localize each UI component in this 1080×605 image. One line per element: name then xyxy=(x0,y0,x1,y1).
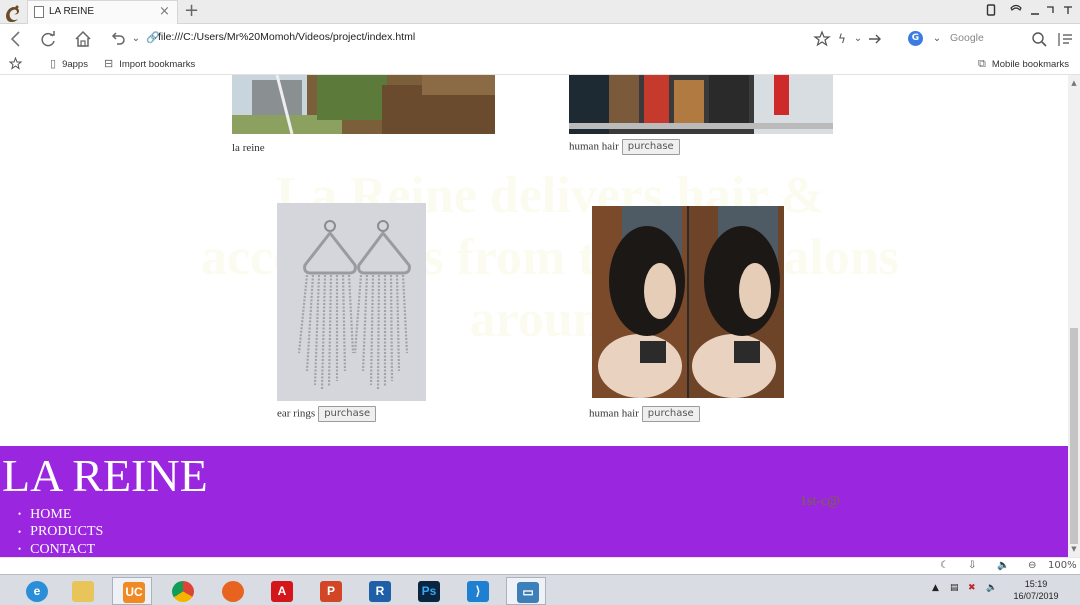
folder-icon xyxy=(72,581,94,602)
windows-taskbar: e UC A P R Ps ⟩ ▭ ▲ ▤ ✖ 🔈 15:19 16/07/20… xyxy=(0,574,1080,605)
tab-la-reine[interactable]: LA REINE × xyxy=(27,0,178,24)
skin-icon[interactable] xyxy=(1009,3,1023,21)
taskbar-uc-browser[interactable]: UC xyxy=(112,577,152,605)
maximize-icon[interactable] xyxy=(1045,3,1055,21)
product-image-la-reine xyxy=(232,75,495,134)
taskbar-internet-explorer[interactable]: e xyxy=(16,577,56,605)
purchase-button[interactable]: purchase xyxy=(641,406,700,422)
night-mode-icon[interactable]: ☾ xyxy=(940,559,949,573)
restore-icon[interactable] xyxy=(986,3,996,21)
product-caption: ear rings purchase xyxy=(277,406,377,422)
taskbar-powerpoint[interactable]: P xyxy=(310,577,350,605)
tray-volume-icon[interactable]: 🔈 xyxy=(986,583,997,593)
product-name: human hair xyxy=(589,407,639,420)
taskbar-revit[interactable]: R xyxy=(359,577,399,605)
minimize-icon[interactable] xyxy=(1030,3,1040,21)
taskbar-photos[interactable]: ▭ xyxy=(506,577,546,605)
bookmarks-star-icon[interactable] xyxy=(8,56,23,75)
refresh-icon[interactable] xyxy=(37,28,59,50)
page-viewport: La Reine delivers hair & accessories fro… xyxy=(0,75,1068,557)
bookmark-label: 9apps xyxy=(62,59,88,70)
nav-contact-link[interactable]: CONTACT xyxy=(18,541,103,557)
taskbar-acrobat[interactable]: A xyxy=(261,577,301,605)
tray-flag-icon[interactable]: ✖ xyxy=(968,583,976,593)
product-name: ear rings xyxy=(277,407,316,420)
download-icon[interactable]: ⇩ xyxy=(968,559,976,573)
nav-home-link[interactable]: HOME xyxy=(18,506,103,523)
product-caption: la reine xyxy=(232,141,265,155)
chevron-down-icon[interactable]: ⌄ xyxy=(125,28,147,50)
zoom-level[interactable]: 100% xyxy=(1048,559,1077,573)
internet-explorer-icon: e xyxy=(26,581,48,602)
site-footer: LA REINE HOME PRODUCTS CONTACT 1st-c@ xyxy=(0,446,1068,557)
photos-icon: ▭ xyxy=(517,582,539,603)
scrollbar-thumb[interactable] xyxy=(1070,328,1078,544)
tab-title: LA REINE xyxy=(49,6,95,17)
search-engine-dropdown-icon[interactable]: ⌄ xyxy=(926,28,948,50)
search-input[interactable]: Google xyxy=(950,32,984,44)
tray-overflow-icon[interactable]: ▲ xyxy=(932,583,939,593)
product-caption: human hair purchase xyxy=(569,139,680,155)
scroll-up-icon[interactable]: ▲ xyxy=(1068,77,1080,89)
product-name: human hair xyxy=(569,140,619,153)
mobile-bookmarks-icon: ⧉ xyxy=(978,58,986,70)
firefox-icon xyxy=(222,581,244,602)
taskbar-chrome[interactable] xyxy=(162,577,202,605)
bookmark-9apps[interactable]: ▯ 9apps xyxy=(50,57,88,72)
footer-brand: LA REINE xyxy=(2,450,208,501)
back-icon[interactable] xyxy=(5,28,27,50)
purchase-button[interactable]: purchase xyxy=(318,406,377,422)
browser-status-bar: ☾ ⇩ 🔈 ⊖ 100% xyxy=(0,557,1080,574)
search-engine-icon[interactable]: G xyxy=(908,31,923,46)
footer-faint-text: 1st-c@ xyxy=(800,494,841,509)
footer-nav: HOME PRODUCTS CONTACT xyxy=(18,506,103,557)
purchase-button[interactable]: purchase xyxy=(621,139,680,155)
sound-icon[interactable]: 🔈 xyxy=(997,559,1009,573)
acrobat-icon: A xyxy=(271,581,293,602)
product-caption: human hair purchase xyxy=(589,406,700,422)
home-icon[interactable] xyxy=(72,28,94,50)
taskbar-photoshop[interactable]: Ps xyxy=(408,577,448,605)
taskbar-firefox[interactable] xyxy=(212,577,252,605)
tab-strip: LA REINE × + xyxy=(0,0,1080,24)
taskbar-vscode[interactable]: ⟩ xyxy=(457,577,497,605)
product-image-ear-rings xyxy=(277,203,426,401)
chrome-icon xyxy=(172,581,194,602)
close-window-icon[interactable] xyxy=(1062,3,1074,21)
import-icon: ⊟ xyxy=(104,58,114,70)
mobile-bookmarks-label: Mobile bookmarks xyxy=(991,59,1069,70)
bookmark-import[interactable]: ⊟ Import bookmarks xyxy=(104,57,195,72)
page-icon: ▯ xyxy=(50,58,57,70)
product-image-human-hair-shop xyxy=(569,75,833,134)
forward-icon[interactable] xyxy=(864,28,886,50)
taskbar-file-explorer[interactable] xyxy=(62,577,102,605)
page-icon xyxy=(34,6,44,18)
zoom-icon[interactable]: ⊖ xyxy=(1028,559,1036,573)
revit-icon: R xyxy=(369,581,391,602)
uc-browser-logo-icon[interactable] xyxy=(2,1,24,23)
clock-date: 16/07/2019 xyxy=(1013,591,1059,601)
photoshop-icon: Ps xyxy=(418,581,440,602)
powerpoint-icon: P xyxy=(320,581,342,602)
navigation-toolbar: ⌄ 🔗 file:///C:/Users/Mr%20Momoh/Videos/p… xyxy=(0,25,1080,53)
uc-browser-icon: UC xyxy=(123,582,145,603)
browser-menu-icon[interactable] xyxy=(1055,28,1077,50)
vertical-scrollbar[interactable]: ▲ ▼ xyxy=(1068,75,1080,557)
clock-time: 15:19 xyxy=(1024,579,1048,589)
product-name: la reine xyxy=(232,142,265,154)
mobile-bookmarks-link[interactable]: ⧉ Mobile bookmarks xyxy=(978,57,1069,72)
nav-products-link[interactable]: PRODUCTS xyxy=(18,523,103,540)
new-tab-button[interactable]: + xyxy=(184,0,199,22)
taskbar-clock[interactable]: 15:19 16/07/2019 xyxy=(1010,578,1062,602)
vscode-icon: ⟩ xyxy=(467,581,489,602)
tray-network-icon[interactable]: ▤ xyxy=(950,583,959,593)
close-tab-icon[interactable]: × xyxy=(159,4,170,20)
product-image-human-hair-wig xyxy=(592,206,784,398)
search-icon[interactable] xyxy=(1028,28,1050,50)
address-field[interactable]: file:///C:/Users/Mr%20Momoh/Videos/proje… xyxy=(158,31,415,43)
bookmark-label: Import bookmarks xyxy=(119,59,196,70)
bookmarks-bar: ▯ 9apps ⊟ Import bookmarks ⧉ Mobile bookmar… xyxy=(0,53,1080,75)
bookmark-star-icon[interactable] xyxy=(811,28,833,50)
scroll-down-icon[interactable]: ▼ xyxy=(1068,543,1080,555)
